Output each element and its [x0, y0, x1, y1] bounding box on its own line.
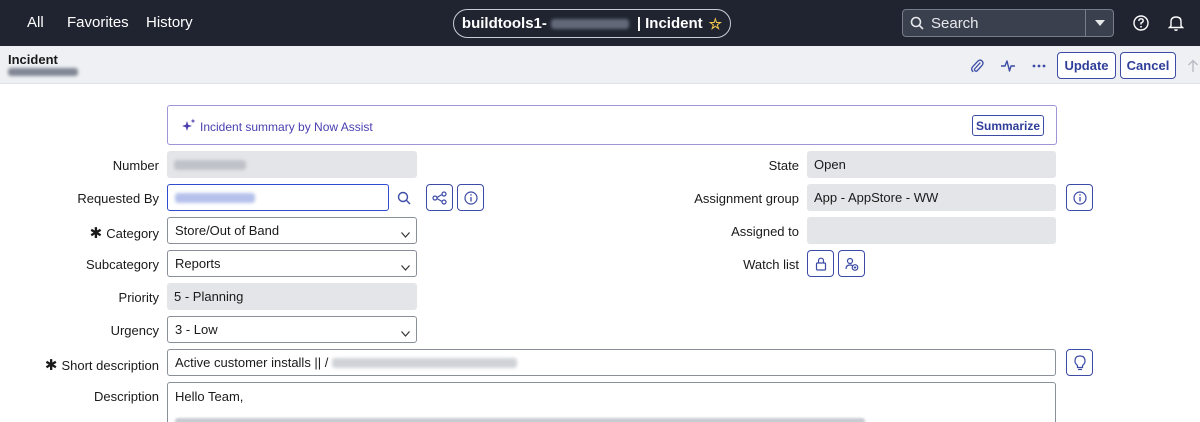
nav-all[interactable]: All [27, 14, 44, 31]
short-description-label: ✱ Short description [45, 356, 159, 374]
short-description-value: Active customer installs || / [175, 355, 329, 370]
more-options-icon[interactable] [1030, 57, 1048, 75]
global-search[interactable]: Search [902, 9, 1114, 37]
record-type-label: Incident [8, 52, 58, 67]
lock-icon[interactable] [807, 250, 834, 277]
instance-name: buildtools1- [461, 15, 547, 32]
subcategory-label: Subcategory [86, 257, 159, 272]
paperclip-icon[interactable] [968, 57, 986, 75]
state-field: Open [807, 151, 1056, 178]
now-assist-text: Incident summary by Now Assist [200, 120, 373, 134]
description-textarea[interactable]: Hello Team, [167, 382, 1056, 422]
record-title-pill[interactable]: buildtools1- | Incident ☆ [453, 9, 731, 38]
number-label: Number [112, 158, 159, 173]
short-description-input[interactable]: Active customer installs || / [167, 349, 1056, 376]
chevron-down-icon [401, 226, 410, 241]
nav-favorites[interactable]: Favorites [67, 14, 129, 31]
category-select[interactable]: Store/Out of Band [167, 217, 417, 244]
short-description-label-text: Short description [61, 358, 159, 373]
requested-by-input[interactable] [167, 184, 389, 211]
redacted-number-value [174, 159, 246, 170]
assigned-to-field [807, 217, 1056, 244]
priority-label: Priority [118, 290, 159, 305]
description-label: Description [93, 389, 159, 404]
number-field [167, 151, 417, 178]
now-assist-banner: Incident summary by Now Assist Summarize [167, 105, 1057, 145]
required-mark: ✱ [44, 357, 58, 374]
urgency-select[interactable]: 3 - Low [167, 316, 417, 343]
help-icon[interactable] [1132, 14, 1150, 32]
activity-icon[interactable] [999, 57, 1017, 75]
assigned-to-label: Assigned to [731, 224, 799, 239]
chevron-down-icon[interactable] [1085, 10, 1113, 36]
redacted-record-number [8, 68, 78, 76]
category-value: Store/Out of Band [175, 223, 280, 238]
redacted-requester-value [175, 192, 255, 203]
summarize-button[interactable]: Summarize [972, 115, 1044, 136]
description-value: Hello Team, [175, 389, 244, 404]
relationship-icon[interactable] [426, 184, 453, 211]
category-label-text: Category [106, 226, 159, 241]
urgency-value: 3 - Low [175, 322, 218, 337]
chevron-down-icon [401, 259, 410, 274]
update-button[interactable]: Update [1057, 52, 1116, 79]
state-label: State [768, 158, 799, 173]
search-icon [903, 16, 931, 30]
state-value: Open [814, 157, 846, 172]
title-separator: | [636, 15, 642, 32]
priority-field: 5 - Planning [167, 283, 417, 310]
cancel-button[interactable]: Cancel [1120, 52, 1176, 79]
urgency-label: Urgency [110, 323, 159, 338]
search-icon[interactable] [390, 184, 417, 211]
form-header: Incident Update Cancel [0, 46, 1200, 84]
star-icon[interactable]: ☆ [709, 15, 722, 33]
redacted-description-suffix [332, 357, 518, 368]
search-input[interactable]: Search [931, 15, 1085, 32]
category-label: ✱ Category [90, 224, 159, 242]
assignment-group-label: Assignment group [694, 191, 799, 206]
requested-by-label: Requested By [77, 191, 159, 206]
required-mark: ✱ [89, 225, 103, 242]
arrow-up-icon[interactable] [1184, 57, 1200, 75]
sparkle-icon [182, 118, 196, 135]
lightbulb-icon[interactable] [1066, 349, 1093, 376]
chevron-down-icon [401, 325, 410, 340]
nav-history[interactable]: History [146, 14, 193, 31]
add-me-icon[interactable] [838, 250, 865, 277]
redacted-record-number [550, 18, 629, 29]
subcategory-select[interactable]: Reports [167, 250, 417, 277]
info-icon[interactable] [457, 184, 484, 211]
subcategory-value: Reports [175, 256, 221, 271]
assignment-group-value: App - AppStore - WW [814, 190, 939, 205]
watch-list-label: Watch list [743, 257, 799, 272]
assignment-group-field: App - AppStore - WW [807, 184, 1056, 211]
top-navigation: All Favorites History buildtools1- | Inc… [0, 0, 1200, 46]
bell-icon[interactable] [1167, 14, 1186, 32]
record-type-title: Incident [645, 15, 703, 32]
info-icon[interactable] [1066, 184, 1093, 211]
priority-value: 5 - Planning [174, 289, 244, 304]
redacted-description-line [175, 418, 865, 422]
